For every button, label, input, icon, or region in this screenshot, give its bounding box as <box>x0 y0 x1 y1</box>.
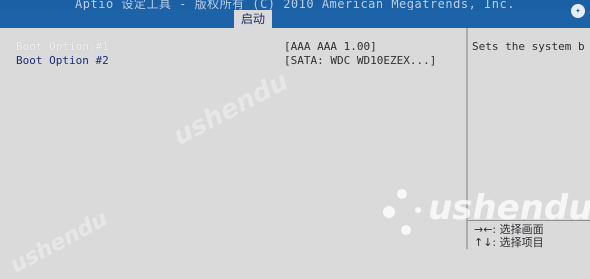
boot-option-1-value[interactable]: [AAA AAA 1.00] <box>284 40 377 53</box>
tab-boot[interactable]: 启动 <box>234 10 272 28</box>
help-description: Sets the system b <box>472 40 585 53</box>
boot-option-1-label[interactable]: Boot Option #1 <box>16 40 109 53</box>
watermark-logo-icon: ✦ <box>571 4 585 18</box>
boot-option-2-value[interactable]: [SATA: WDC WD10EZEX...] <box>284 54 436 67</box>
boot-option-2-label[interactable]: Boot Option #2 <box>16 54 109 67</box>
watermark-text: ushendu <box>168 66 294 152</box>
tab-bar <box>0 10 590 28</box>
watermark-text: ushendu <box>6 206 113 279</box>
key-hint-select-item: ↑↓: 选择项目 <box>474 236 544 249</box>
help-panel: Sets the system b →←: 选择画面 ↑↓: 选择项目 <box>468 28 590 249</box>
